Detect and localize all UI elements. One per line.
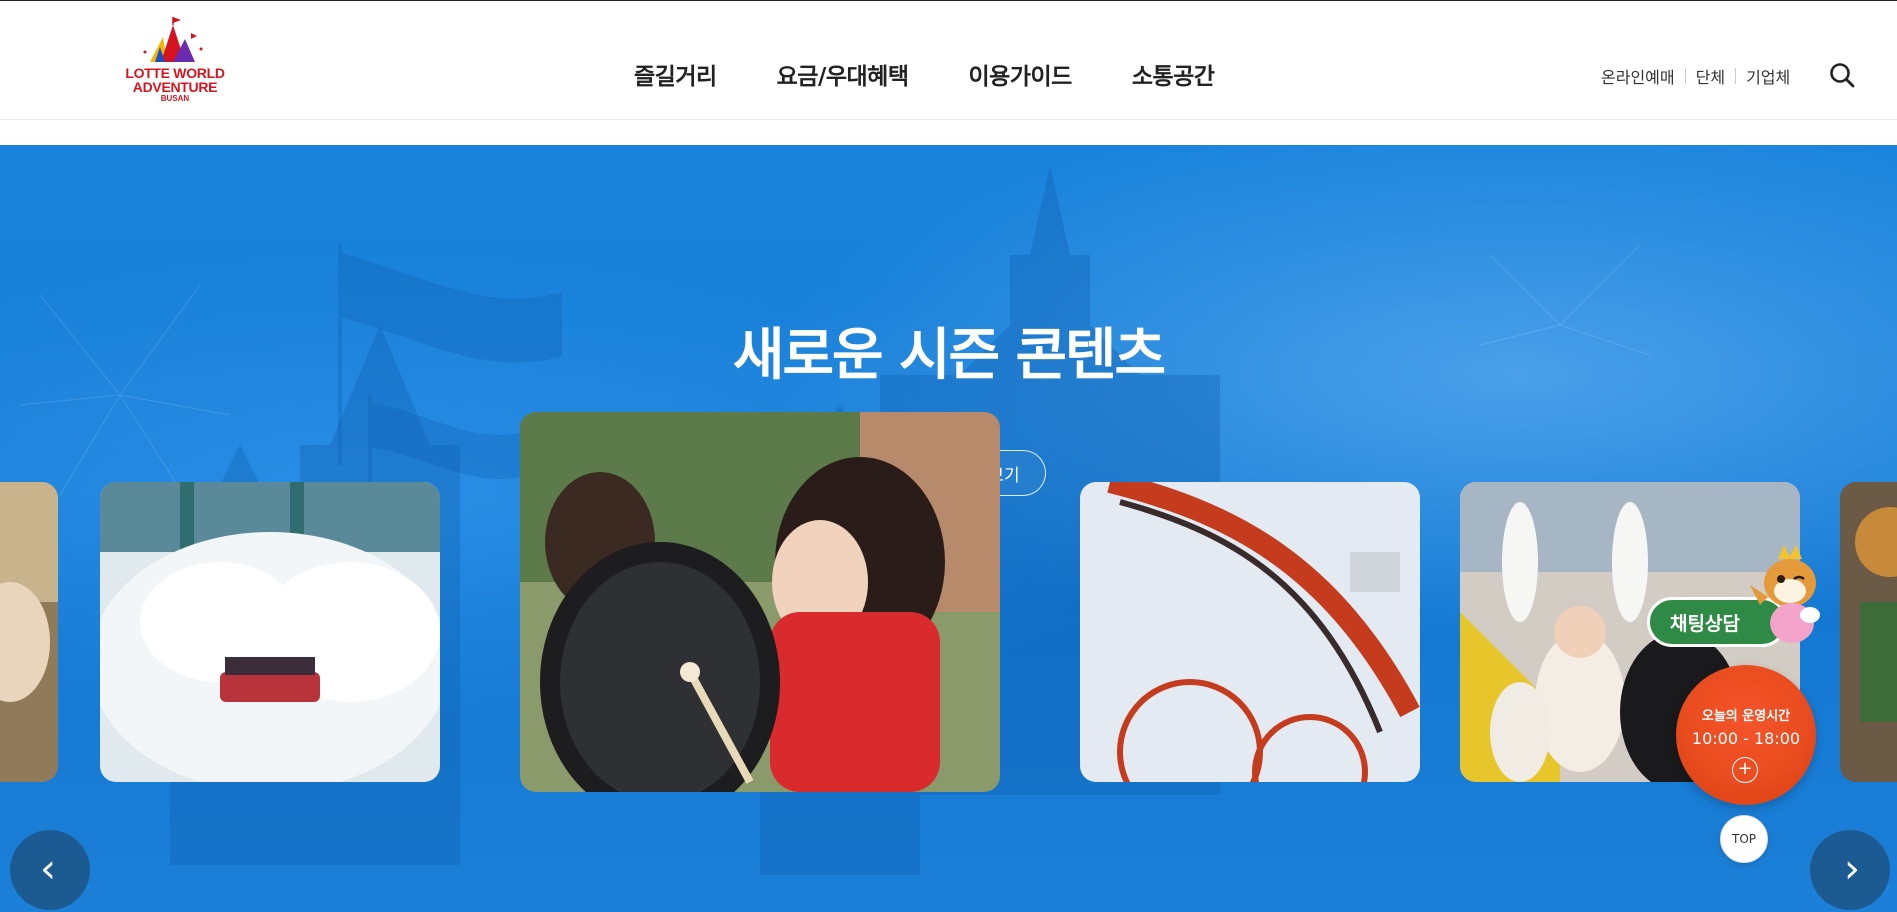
chevron-right-icon: › — [1844, 846, 1860, 892]
castle-logo-icon — [143, 17, 203, 62]
brand-logo[interactable]: LOTTE WORLD ADVENTURE BUSAN — [115, 17, 235, 107]
corporate-link[interactable]: 기업체 — [1746, 64, 1790, 88]
operating-hours-widget[interactable]: 오늘의 운영시간 10:00 - 18:00 + — [1676, 665, 1816, 805]
carousel-card-drum-parade[interactable] — [520, 412, 1000, 792]
utility-links: 온라인예매 단체 기업체 — [1601, 64, 1790, 88]
util-divider — [1684, 68, 1686, 84]
nav-item-prices[interactable]: 요금/우대혜택 — [777, 57, 909, 93]
logo-text-line2: ADVENTURE — [132, 79, 218, 95]
operating-hours-title: 오늘의 운영시간 — [1701, 709, 1791, 724]
plus-icon[interactable]: + — [1732, 757, 1758, 783]
group-link[interactable]: 단체 — [1696, 64, 1725, 88]
operating-hours-value: 10:00 - 18:00 — [1691, 729, 1801, 748]
chevron-left-icon: ‹ — [40, 846, 56, 892]
nav-item-community[interactable]: 소통공간 — [1132, 57, 1215, 93]
nav-item-attractions[interactable]: 즐길거리 — [634, 57, 717, 93]
search-icon[interactable] — [1828, 61, 1856, 89]
hero-title: 새로운 시즌 콘텐츠 — [732, 323, 1166, 388]
scroll-top-button[interactable]: TOP — [1720, 815, 1768, 863]
header-divider — [0, 119, 1897, 120]
util-divider — [1735, 68, 1737, 84]
carousel-card-water-ride[interactable] — [100, 482, 440, 782]
online-booking-link[interactable]: 온라인예매 — [1601, 64, 1675, 88]
nav-item-guide[interactable]: 이용가이드 — [969, 57, 1073, 93]
carousel-prev-button[interactable]: ‹ — [10, 830, 90, 910]
site-header: LOTTE WORLD ADVENTURE BUSAN 즐길거리 요금/우대혜택… — [0, 1, 1897, 120]
carousel-card[interactable] — [0, 482, 58, 782]
carousel-card-roller-coaster[interactable] — [1080, 482, 1420, 782]
logo-text-line3: BUSAN — [160, 94, 190, 103]
mascot-icon[interactable] — [1750, 545, 1828, 645]
carousel-card[interactable] — [1840, 482, 1897, 782]
carousel-next-button[interactable]: › — [1810, 830, 1890, 910]
main-nav: 즐길거리 요금/우대혜택 이용가이드 소통공간 — [634, 57, 1215, 93]
